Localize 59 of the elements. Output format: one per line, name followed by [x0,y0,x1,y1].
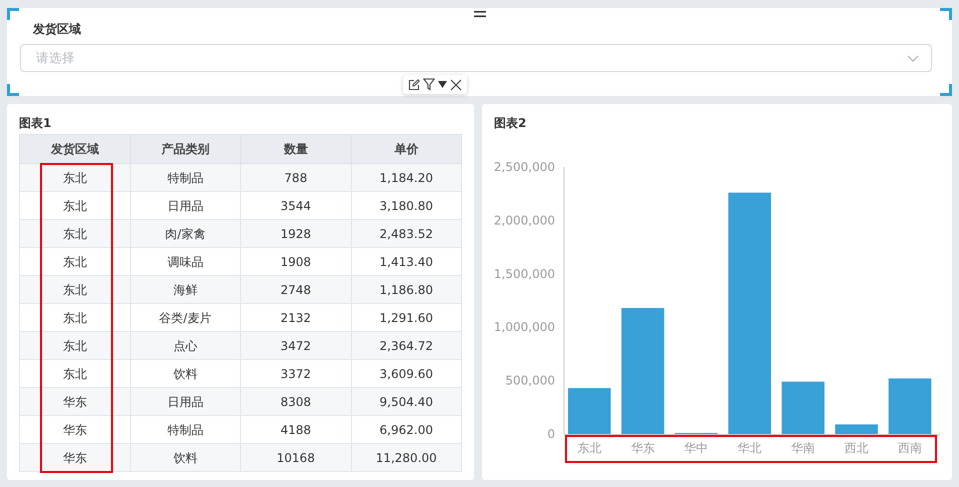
table-cell: 2,483.52 [351,220,462,248]
table-cell: 华东 [20,388,130,416]
x-tick-label: 东北 [577,440,602,455]
resize-handle[interactable] [940,84,952,96]
y-tick-label: 2,000,000 [494,213,555,228]
y-tick-label: 0 [547,426,555,441]
caret-icon[interactable] [438,81,447,88]
column-header: 单价 [351,134,462,164]
table-cell: 特制品 [130,164,240,192]
table-cell: 东北 [20,332,130,360]
drag-handle-icon[interactable] [474,11,486,18]
y-tick-label: 500,000 [505,373,555,388]
table-cell: 东北 [20,164,130,192]
y-tick-label: 1,000,000 [494,320,555,334]
x-tick-label: 西北 [844,440,869,455]
bar [782,381,824,434]
column-header: 数量 [240,134,351,164]
table-cell: 1928 [240,220,351,248]
table-cell: 10168 [240,444,351,472]
y-tick-label: 1,500,000 [494,266,555,281]
filter-icon[interactable] [423,78,435,91]
table-cell: 2,364.72 [351,332,462,360]
table-cell: 点心 [130,332,240,360]
table-cell: 东北 [20,276,130,304]
table-cell: 11,280.00 [351,444,462,472]
table-cell: 日用品 [130,388,240,416]
table-cell: 2748 [240,276,351,304]
table-cell: 海鲜 [130,276,240,304]
table-cell: 饮料 [130,444,240,472]
column-header: 产品类别 [130,134,240,164]
table-cell: 1,186.80 [351,276,462,304]
table-cell: 肉/家禽 [130,220,240,248]
table-cell: 1,184.20 [351,164,462,192]
table-cell: 788 [240,164,351,192]
resize-handle[interactable] [7,8,19,20]
table-cell: 8308 [240,388,351,416]
close-icon[interactable] [450,78,462,90]
bar [568,388,611,434]
x-tick-label: 华南 [791,440,816,455]
edit-icon[interactable] [408,78,420,90]
resize-handle[interactable] [940,8,952,20]
table-cell: 华东 [20,444,130,472]
panel-title: 图表1 [19,115,52,132]
table-cell: 3472 [240,332,351,360]
bar [888,378,932,434]
y-tick-label: 2,500,000 [494,160,555,174]
x-tick-label: 华东 [630,440,655,455]
filter-label: 发货区域 [32,21,82,38]
table-cell: 东北 [20,220,130,248]
region-select[interactable]: 请选择 [20,44,932,72]
x-tick-label: 西南 [898,440,922,455]
bar [835,424,878,434]
column-header: 发货区域 [20,134,130,164]
table-cell: 9,504.40 [351,388,462,416]
resize-handle[interactable] [7,84,19,96]
x-tick-label: 华中 [684,440,708,455]
panel-title: 图表2 [494,115,528,132]
x-tick-label: 华北 [738,440,762,455]
chevron-down-icon [907,54,919,62]
